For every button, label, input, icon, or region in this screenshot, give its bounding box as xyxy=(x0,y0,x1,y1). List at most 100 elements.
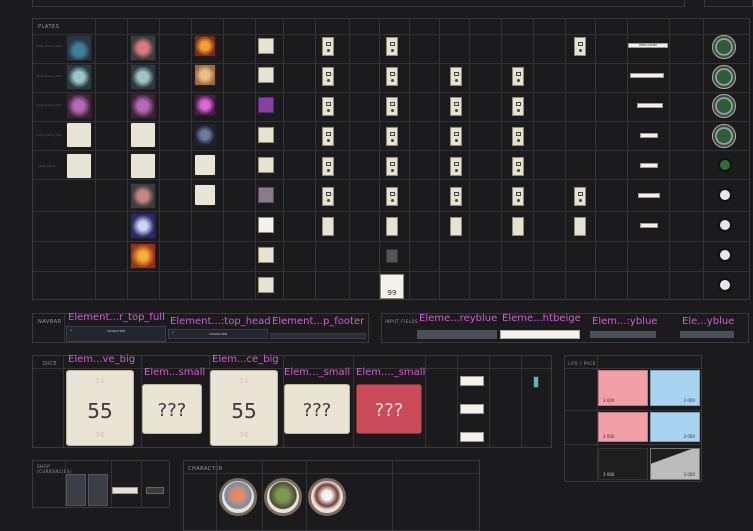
card[interactable] xyxy=(450,187,462,206)
card[interactable] xyxy=(322,217,334,236)
card[interactable] xyxy=(322,127,334,146)
shop-coin-button[interactable] xyxy=(112,487,138,494)
dark-hand-icon[interactable] xyxy=(194,124,216,146)
input-greyblue[interactable] xyxy=(417,330,497,339)
card[interactable] xyxy=(386,157,398,176)
input-yblue[interactable] xyxy=(590,331,656,338)
ghost-icon[interactable] xyxy=(258,127,274,143)
sword-icon[interactable] xyxy=(130,183,156,209)
eye-icon[interactable] xyxy=(258,67,274,83)
image-placeholder-icon[interactable] xyxy=(130,122,156,148)
grey-card-icon[interactable] xyxy=(386,249,398,263)
life-card-blue[interactable]: 3 000 xyxy=(650,412,700,442)
dice-small[interactable]: ??? xyxy=(284,384,350,434)
empty-slot-icon[interactable] xyxy=(258,157,274,173)
card[interactable] xyxy=(512,157,524,176)
card[interactable] xyxy=(450,97,462,116)
avatar-ring[interactable] xyxy=(712,35,736,59)
navbar-footer[interactable] xyxy=(270,333,366,339)
chat-bubble-icon[interactable] xyxy=(718,278,732,292)
card[interactable] xyxy=(386,127,398,146)
fire-hand-icon[interactable] xyxy=(194,35,216,57)
top-frame xyxy=(32,0,685,7)
card[interactable] xyxy=(386,97,398,116)
navbar-top-head[interactable]: ‹ CHARACTER xyxy=(168,329,268,339)
crossed-swords-icon[interactable] xyxy=(194,184,216,206)
input-yblue[interactable] xyxy=(680,331,734,338)
axe-icon[interactable] xyxy=(130,64,156,90)
card[interactable] xyxy=(512,67,524,86)
check-icon[interactable] xyxy=(258,217,274,233)
dice-small-red[interactable]: ??? xyxy=(356,384,422,434)
cross-icon[interactable] xyxy=(130,153,156,179)
card[interactable] xyxy=(450,217,462,236)
avatar-ring[interactable] xyxy=(712,94,736,118)
dice-mini[interactable] xyxy=(460,432,484,442)
dice-big[interactable]: 54 55 56 xyxy=(66,370,134,446)
crossed-swords-purple-icon[interactable] xyxy=(258,97,274,113)
card[interactable] xyxy=(322,157,334,176)
chat-bubble-icon[interactable] xyxy=(718,158,732,172)
beige-hand-icon[interactable] xyxy=(194,64,216,86)
axe-icon[interactable] xyxy=(66,64,92,90)
eye-icon[interactable] xyxy=(258,38,274,54)
input-lightbeige[interactable] xyxy=(500,330,580,339)
fire-icon[interactable] xyxy=(130,243,156,269)
card[interactable] xyxy=(322,37,334,56)
dice-mini[interactable] xyxy=(460,404,484,414)
dice-ghost-top: 54 xyxy=(95,377,105,385)
card[interactable] xyxy=(386,67,398,86)
blank-plate[interactable] xyxy=(66,153,92,179)
card[interactable] xyxy=(322,187,334,206)
life-value: 3 000 xyxy=(603,434,615,439)
card[interactable] xyxy=(322,67,334,86)
skull-character-avatar[interactable] xyxy=(308,478,346,516)
potion-icon[interactable] xyxy=(66,35,92,61)
image-placeholder-icon[interactable] xyxy=(66,122,92,148)
life-card-red[interactable]: 3 000 xyxy=(598,412,648,442)
navbar-top-full[interactable]: ‹ CHARACTER xyxy=(66,326,166,342)
crossed-swords-grey-icon[interactable] xyxy=(258,187,274,203)
card[interactable] xyxy=(512,127,524,146)
card[interactable] xyxy=(386,37,398,56)
card[interactable] xyxy=(450,157,462,176)
dice-mini[interactable] xyxy=(460,376,484,386)
plus-icon[interactable] xyxy=(194,154,216,176)
life-card-red[interactable]: 3 000 xyxy=(598,370,648,406)
hero-card[interactable]: 99 xyxy=(380,274,404,299)
card[interactable] xyxy=(512,217,524,236)
card[interactable] xyxy=(322,97,334,116)
card[interactable] xyxy=(512,187,524,206)
purple-hand-icon[interactable] xyxy=(194,94,216,116)
chat-bubble-icon[interactable] xyxy=(718,188,732,202)
card[interactable] xyxy=(386,217,398,236)
life-card-dark[interactable]: 3 000 xyxy=(598,448,648,480)
armor-icon[interactable] xyxy=(130,93,156,119)
card[interactable] xyxy=(574,217,586,236)
eye-icon[interactable] xyxy=(258,247,274,263)
card[interactable] xyxy=(386,187,398,206)
shop-currency-card[interactable] xyxy=(88,474,108,506)
shop-gem-button[interactable] xyxy=(146,487,164,494)
card[interactable] xyxy=(450,67,462,86)
life-card-grey[interactable]: 3 000 xyxy=(650,448,700,480)
card[interactable] xyxy=(512,97,524,116)
avatar-ring[interactable] xyxy=(712,124,736,148)
dice-big[interactable]: 54 55 56 xyxy=(210,370,278,446)
wolf-icon[interactable] xyxy=(130,213,156,239)
eye-icon[interactable] xyxy=(258,277,274,293)
dwarf-character-avatar[interactable] xyxy=(219,478,257,516)
life-card-blue[interactable]: 3 000 xyxy=(650,370,700,406)
chat-bubble-icon[interactable] xyxy=(718,248,732,262)
dice-small[interactable]: ??? xyxy=(142,384,202,434)
card[interactable] xyxy=(574,37,586,56)
orc-character-avatar[interactable] xyxy=(264,478,302,516)
shop-currency-card[interactable] xyxy=(66,474,86,506)
chat-bubble-icon[interactable] xyxy=(718,218,732,232)
avatar-ring[interactable] xyxy=(712,65,736,89)
card[interactable] xyxy=(450,127,462,146)
card[interactable] xyxy=(574,187,586,206)
die-figure-icon[interactable] xyxy=(533,376,539,388)
vial-icon[interactable] xyxy=(130,35,156,61)
armor-icon[interactable] xyxy=(66,93,92,119)
